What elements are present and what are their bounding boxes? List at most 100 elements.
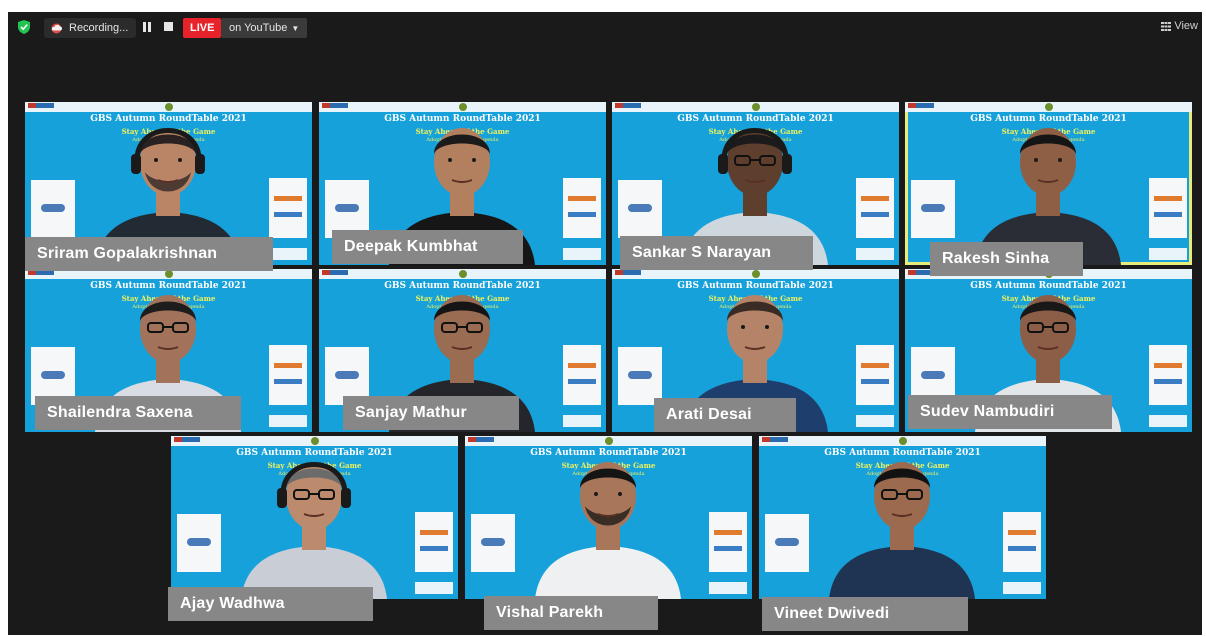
slide-title: GBS Autumn RoundTable 2021 [677, 281, 834, 291]
slide-tagline: Adopting the Digital Agenda [132, 304, 205, 310]
slide-footer-logo [563, 248, 601, 260]
event-logo-icon [311, 437, 319, 445]
slide-partner-card [618, 180, 662, 238]
grid-view-icon [1161, 21, 1172, 31]
slide-footer-logo [709, 582, 747, 594]
participant-name-label: Sanjay Mathur [343, 396, 519, 430]
event-logo-icon [605, 437, 613, 445]
participant-video-tile[interactable]: GBS Autumn RoundTable 2021 Stay Ahead of … [171, 436, 458, 599]
slide-tagline: Adopting the Digital Agenda [426, 304, 499, 310]
slide-subtitle: Stay Ahead of the Game [415, 127, 510, 136]
event-logo-icon [899, 437, 907, 445]
slide-sponsor-card [269, 178, 307, 238]
slide-footer-logo [1003, 582, 1041, 594]
sponsor-logo [322, 270, 348, 275]
sponsor-logo [28, 103, 54, 108]
participant-name-label: Arati Desai [654, 398, 796, 432]
slide-sponsor-card [709, 512, 747, 572]
event-logo-icon [165, 103, 173, 111]
live-badge: LIVE [183, 18, 222, 38]
slide-footer-logo [415, 582, 453, 594]
event-logo-icon [752, 270, 760, 278]
slide-sponsor-card [856, 345, 894, 405]
slide-subtitle: Stay Ahead of the Game [415, 294, 510, 303]
slide-sponsor-card [415, 512, 453, 572]
slide-subtitle: Stay Ahead of the Game [1001, 294, 1096, 303]
participant-video-tile[interactable]: GBS Autumn RoundTable 2021 Stay Ahead of … [465, 436, 752, 599]
recording-label: Recording... [69, 22, 129, 34]
slide-title: GBS Autumn RoundTable 2021 [384, 281, 541, 291]
livestream-destination-label: on YouTube [229, 22, 288, 34]
slide-sponsor-card [1003, 512, 1041, 572]
slide-footer-logo [856, 248, 894, 260]
slide-partner-card [177, 514, 221, 572]
slide-sponsor-card [563, 178, 601, 238]
participant-name-label: Vishal Parekh [484, 596, 658, 630]
sponsor-logo [615, 270, 641, 275]
slide-footer-logo [856, 415, 894, 427]
slide-tagline: Adopting the Digital Agenda [1012, 304, 1085, 310]
slide-tagline: Adopting the Digital Agenda [719, 304, 792, 310]
slide-sponsor-card [1149, 345, 1187, 405]
slide-title: GBS Autumn RoundTable 2021 [970, 281, 1127, 291]
slide-subtitle: Stay Ahead of the Game [1001, 127, 1096, 136]
participant-name-label: Sankar S Narayan [620, 236, 813, 270]
slide-footer-logo [563, 415, 601, 427]
view-layout-button[interactable]: View [1161, 20, 1198, 32]
stop-recording-icon[interactable] [164, 22, 173, 31]
slide-tagline: Adopting the Digital Agenda [132, 137, 205, 143]
event-logo-icon [165, 270, 173, 278]
slide-footer-logo [269, 415, 307, 427]
sponsor-logo [468, 437, 494, 442]
slide-title: GBS Autumn RoundTable 2021 [90, 114, 247, 124]
slide-sponsor-card [563, 345, 601, 405]
sponsor-logo [762, 437, 788, 442]
sponsor-logo [615, 103, 641, 108]
slide-partner-card [31, 180, 75, 238]
participant-name-label: Deepak Kumbhat [332, 230, 523, 264]
slide-partner-card [765, 514, 809, 572]
slide-sponsor-card [1149, 178, 1187, 238]
participant-video-tile[interactable]: GBS Autumn RoundTable 2021 Stay Ahead of … [905, 102, 1192, 265]
slide-tagline: Adopting the Digital Agenda [719, 137, 792, 143]
slide-subtitle: Stay Ahead of the Game [121, 294, 216, 303]
participant-name-label: Rakesh Sinha [930, 242, 1083, 276]
event-logo-icon [752, 103, 760, 111]
slide-title: GBS Autumn RoundTable 2021 [90, 281, 247, 291]
slide-sponsor-card [856, 178, 894, 238]
slide-title: GBS Autumn RoundTable 2021 [530, 448, 687, 458]
slide-title: GBS Autumn RoundTable 2021 [384, 114, 541, 124]
participant-video-tile[interactable]: GBS Autumn RoundTable 2021 Stay Ahead of … [759, 436, 1046, 599]
participant-name-label: Sriram Gopalakrishnan [25, 237, 273, 271]
slide-subtitle: Stay Ahead of the Game [708, 294, 803, 303]
event-logo-icon [459, 103, 467, 111]
slide-subtitle: Stay Ahead of the Game [855, 461, 950, 470]
slide-footer-logo [269, 248, 307, 260]
chevron-down-icon: ▼ [291, 24, 300, 33]
slide-subtitle: Stay Ahead of the Game [121, 127, 216, 136]
slide-tagline: Adopting the Digital Agenda [1012, 137, 1085, 143]
security-shield-icon[interactable] [18, 20, 30, 34]
pause-recording-icon[interactable] [142, 21, 152, 33]
slide-title: GBS Autumn RoundTable 2021 [677, 114, 834, 124]
slide-title: GBS Autumn RoundTable 2021 [824, 448, 981, 458]
slide-partner-card [618, 347, 662, 405]
slide-subtitle: Stay Ahead of the Game [561, 461, 656, 470]
view-label: View [1174, 20, 1198, 32]
slide-partner-card [471, 514, 515, 572]
slide-tagline: Adopting the Digital Agenda [866, 471, 939, 477]
slide-footer-logo [1149, 415, 1187, 427]
meeting-top-bar: Recording... LIVE on YouTube ▼ View [8, 12, 1202, 44]
participant-name-label: Vineet Dwivedi [762, 597, 968, 631]
recording-indicator[interactable]: Recording... [44, 18, 137, 38]
slide-subtitle: Stay Ahead of the Game [708, 127, 803, 136]
sponsor-logo [174, 437, 200, 442]
event-logo-icon [459, 270, 467, 278]
livestream-destination-menu[interactable]: on YouTube ▼ [221, 18, 308, 38]
slide-tagline: Adopting the Digital Agenda [278, 471, 351, 477]
slide-tagline: Adopting the Digital Agenda [572, 471, 645, 477]
sponsor-logo [908, 103, 934, 108]
slide-footer-logo [1149, 248, 1187, 260]
slide-tagline: Adopting the Digital Agenda [426, 137, 499, 143]
slide-partner-card [911, 180, 955, 238]
